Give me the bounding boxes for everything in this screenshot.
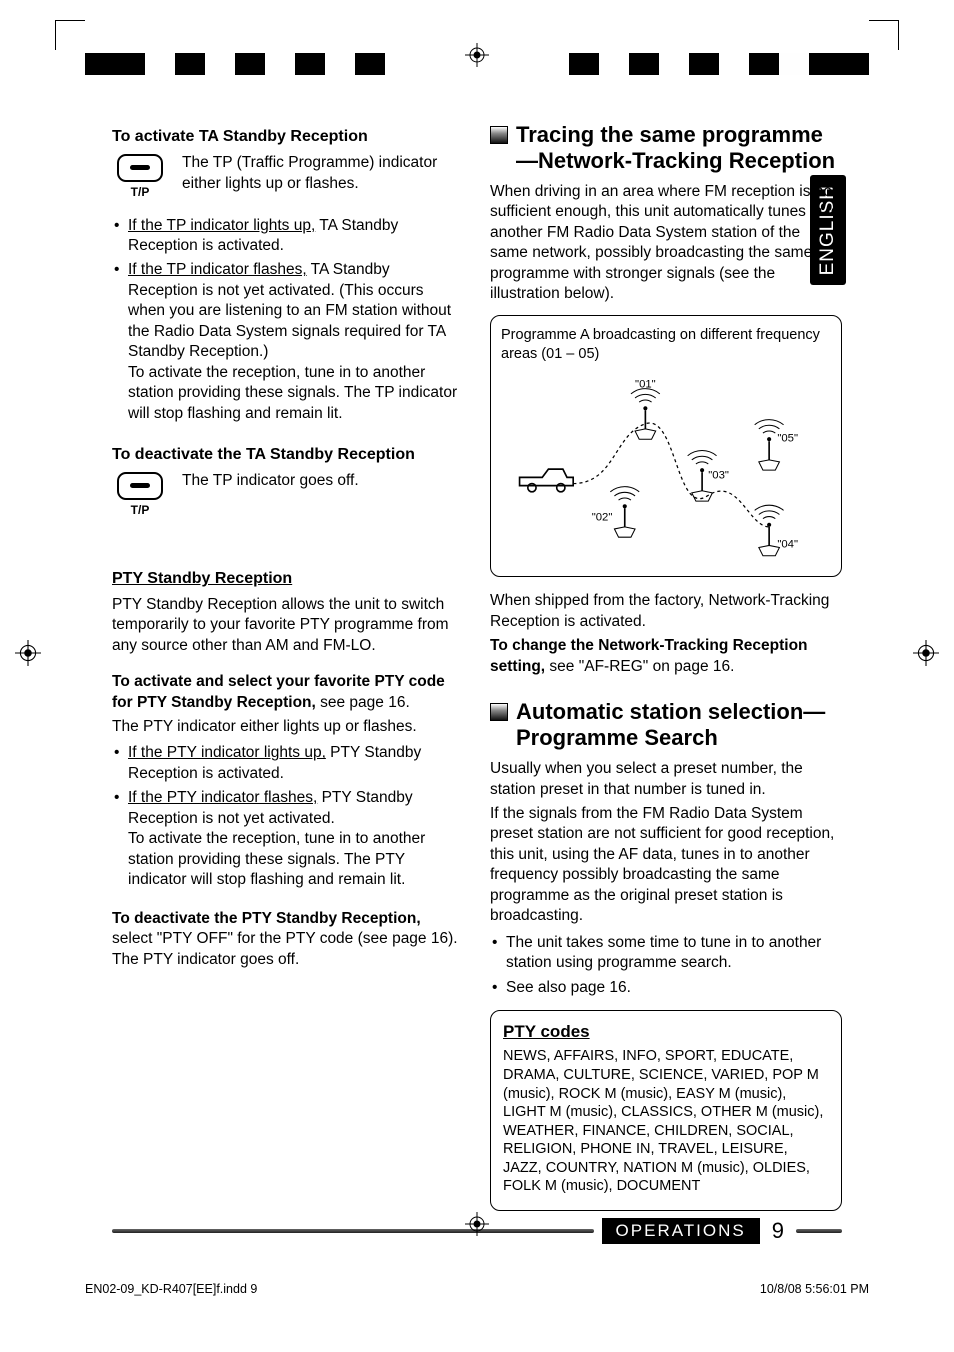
- body-text: When shipped from the factory, Network-T…: [490, 591, 842, 632]
- section-bullet-icon: [490, 703, 508, 721]
- tp-description: The TP (Traffic Programme) indicator eit…: [182, 153, 462, 194]
- swatch: [205, 53, 235, 75]
- list-item: If the PTY indicator lights up, PTY Stan…: [112, 743, 462, 784]
- swatch: [629, 53, 659, 75]
- swatch: [689, 53, 719, 75]
- swatch: [809, 53, 839, 75]
- antenna-diagram-icon: "01" "02" "03" "04" "05": [501, 370, 831, 560]
- swatch: [265, 53, 295, 75]
- svg-text:"03": "03": [708, 469, 729, 481]
- svg-text:"04": "04": [777, 538, 798, 550]
- left-column: To activate TA Standby Reception T/P The…: [112, 120, 462, 1210]
- body-text: The PTY indicator either lights up or fl…: [112, 717, 462, 737]
- svg-text:T/P: T/P: [131, 503, 150, 517]
- heading-activate-ta: To activate TA Standby Reception: [112, 126, 462, 147]
- page-content: To activate TA Standby Reception T/P The…: [112, 120, 842, 1210]
- swatch: [175, 53, 205, 75]
- heading-pty-deactivate: To deactivate the PTY Standby Reception,…: [112, 909, 462, 970]
- swatch: [325, 53, 355, 75]
- color-swatches-right: [569, 53, 869, 73]
- swatch: [115, 53, 145, 75]
- svg-text:T/P: T/P: [131, 185, 150, 199]
- swatch: [355, 53, 385, 75]
- heading-pty-activate: To activate and select your favorite PTY…: [112, 672, 462, 713]
- body-text: PTY Standby Reception allows the unit to…: [112, 595, 462, 656]
- list-item: The unit takes some time to tune in to a…: [490, 933, 842, 974]
- color-swatches-left: [85, 53, 385, 73]
- section-bullet-icon: [490, 126, 508, 144]
- swatch: [749, 53, 779, 75]
- heading-deactivate-ta: To deactivate the TA Standby Reception: [112, 444, 462, 465]
- heading-pty: PTY Standby Reception: [112, 568, 462, 589]
- swatch: [779, 53, 809, 75]
- registration-mark-icon: [15, 640, 41, 671]
- swatch: [85, 53, 115, 75]
- section-heading-tracing: Tracing the same programme—Network-Track…: [490, 122, 842, 174]
- list-item: If the TP indicator flashes, TA Standby …: [112, 260, 462, 424]
- body-text: When driving in an area where FM recepti…: [490, 182, 842, 305]
- network-tracking-diagram: Programme A broadcasting on different fr…: [490, 315, 842, 578]
- callout-title: PTY codes: [503, 1021, 829, 1043]
- pty-codes-callout: PTY codes NEWS, AFFAIRS, INFO, SPORT, ED…: [490, 1010, 842, 1211]
- body-text: Usually when you select a preset number,…: [490, 759, 842, 800]
- body-text: To change the Network-Tracking Reception…: [490, 636, 842, 677]
- body-text: If the signals from the FM Radio Data Sy…: [490, 804, 842, 927]
- footer-file: EN02-09_KD-R407[EE]f.indd 9: [85, 1282, 257, 1296]
- swatch: [599, 53, 629, 75]
- swatch: [145, 53, 175, 75]
- swatch: [295, 53, 325, 75]
- svg-text:"02": "02": [592, 512, 613, 524]
- registration-mark-icon: [465, 1212, 489, 1236]
- footer-timestamp: 10/8/08 5:56:01 PM: [760, 1282, 869, 1296]
- svg-text:"01": "01": [635, 379, 656, 391]
- tp-button-icon: T/P: [112, 471, 170, 523]
- registration-top: [0, 20, 954, 80]
- list-item: See also page 16.: [490, 978, 842, 998]
- registration-bottom: [0, 1222, 954, 1282]
- swatch: [569, 53, 599, 75]
- svg-text:"05": "05": [777, 432, 798, 444]
- callout-body: NEWS, AFFAIRS, INFO, SPORT, EDUCATE, DRA…: [503, 1047, 829, 1195]
- swatch: [719, 53, 749, 75]
- swatch: [235, 53, 265, 75]
- swatch: [839, 53, 869, 75]
- right-column: Tracing the same programme—Network-Track…: [490, 120, 842, 1210]
- tp-button-icon: T/P: [112, 153, 170, 205]
- crop-mark: [55, 20, 85, 50]
- list-item: If the TP indicator lights up, TA Standb…: [112, 216, 462, 257]
- section-heading-auto: Automatic station selection—Programme Se…: [490, 699, 842, 751]
- tp-goes-off: The TP indicator goes off.: [182, 471, 462, 491]
- registration-mark-icon: [465, 43, 489, 67]
- footer-meta: EN02-09_KD-R407[EE]f.indd 9 10/8/08 5:56…: [85, 1282, 869, 1296]
- swatch: [659, 53, 689, 75]
- list-item: If the PTY indicator flashes, PTY Standb…: [112, 788, 462, 890]
- diagram-caption: Programme A broadcasting on different fr…: [501, 326, 831, 364]
- registration-mark-icon: [913, 640, 939, 671]
- crop-mark: [869, 20, 899, 50]
